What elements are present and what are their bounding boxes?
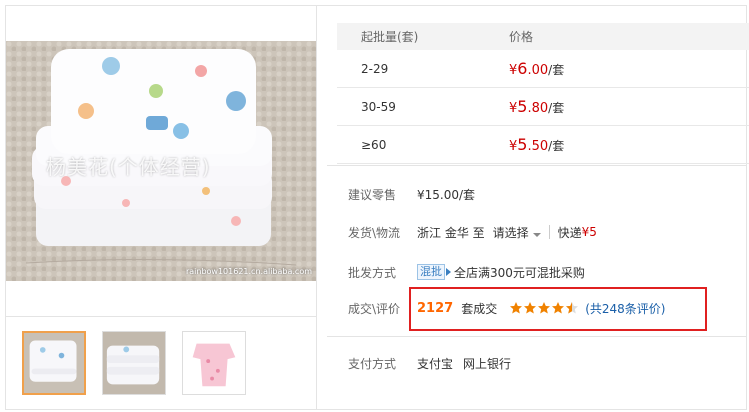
wholesale-row: 批发方式 混批 全店满300元可混批采购 — [317, 262, 747, 282]
deals-label: 成交\评价 — [348, 301, 401, 316]
main-product-image[interactable]: 杨美花(个体经营) rainbow101621.cn.alibaba.com — [6, 41, 316, 281]
product-info-panel: 起批量(套) 价格 2-29 ¥6.00/套 30-59 ¥5.80/套 ≥60… — [317, 5, 749, 410]
payment-bank: 网上银行 — [463, 356, 512, 371]
destination-select[interactable]: 请选择 — [493, 224, 541, 241]
price-value: ¥6.00/套 — [509, 59, 565, 78]
watermark-text: 杨美花(个体经营) — [46, 155, 211, 179]
wholesale-label: 批发方式 — [348, 265, 397, 280]
price-row: 2-29 ¥6.00/套 — [337, 50, 749, 88]
express-label: 快递 — [557, 225, 582, 240]
wholesale-text: 全店满300元可混批采购 — [454, 265, 585, 280]
qty-range: 30-59 — [361, 99, 396, 114]
thumbnail-1[interactable] — [22, 331, 86, 395]
express-price: ¥5 — [581, 225, 597, 239]
price-value: ¥5.50/套 — [509, 135, 565, 154]
header-qty: 起批量(套) — [361, 30, 419, 44]
retail-value: ¥15.00/套 — [417, 187, 476, 202]
shipping-row: 发货\物流 浙江 金华 至 请选择 快递 ¥5 — [317, 222, 747, 242]
section-divider — [327, 336, 747, 337]
thumbnail-image — [24, 333, 84, 393]
qty-range: 2-29 — [361, 61, 389, 76]
product-detail: 杨美花(个体经营) rainbow101621.cn.alibaba.com 起… — [0, 0, 749, 412]
divider — [548, 225, 550, 239]
chevron-down-icon — [532, 232, 541, 237]
payment-row: 支付方式 支付宝 网上银行 — [317, 353, 747, 373]
destination-select-label: 请选择 — [492, 225, 529, 240]
mixed-batch-tag: 混批 — [417, 264, 445, 280]
price-table-header: 起批量(套) 价格 — [337, 23, 749, 50]
image-gallery: 杨美花(个体经营) rainbow101621.cn.alibaba.com — [5, 5, 317, 410]
arrow-right-icon — [446, 268, 451, 276]
retail-price-row: 建议零售 ¥15.00/套 — [317, 184, 747, 204]
qty-range: ≥60 — [361, 137, 387, 152]
price-value: ¥5.80/套 — [509, 97, 565, 116]
header-price: 价格 — [509, 30, 534, 44]
thumbnail-2[interactable] — [102, 331, 166, 395]
retail-label: 建议零售 — [348, 187, 397, 202]
shipping-origin: 浙江 金华 至 — [417, 225, 485, 240]
price-row: ≥60 ¥5.50/套 — [337, 126, 749, 164]
gallery-divider — [6, 316, 316, 317]
thumbnail-image — [183, 332, 245, 394]
price-row: 30-59 ¥5.80/套 — [337, 88, 749, 126]
thumbnail-3[interactable] — [182, 331, 246, 395]
price-table: 起批量(套) 价格 2-29 ¥6.00/套 30-59 ¥5.80/套 ≥60… — [337, 23, 749, 164]
corner-watermark: rainbow101621.cn.alibaba.com — [185, 267, 312, 276]
thumbnail-image — [103, 332, 165, 394]
payment-label: 支付方式 — [348, 356, 397, 371]
section-divider — [327, 165, 747, 166]
deals-highlight-box — [409, 287, 707, 331]
shipping-label: 发货\物流 — [348, 225, 401, 240]
payment-alipay: 支付宝 — [417, 356, 454, 371]
